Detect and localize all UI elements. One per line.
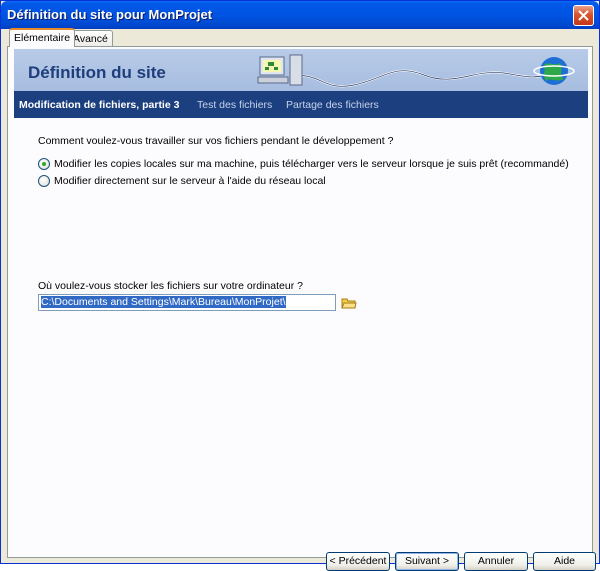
help-button[interactable]: Aide: [533, 552, 596, 571]
radio-edit-on-server[interactable]: [38, 175, 50, 187]
close-icon: [578, 10, 589, 21]
site-definition-dialog: Définition du site pour MonProjet Elémen…: [0, 0, 600, 571]
header-banner: Définition du site: [14, 49, 588, 91]
tab-panel: Définition du site Modification de fichi…: [7, 46, 596, 571]
wizard-step-bar: Modification de fichiers, partie 3 Test …: [14, 91, 588, 118]
browse-folder-button[interactable]: [341, 296, 357, 310]
local-folder-input[interactable]: C:\Documents and Settings\Mark\Bureau\Mo…: [38, 294, 336, 311]
cancel-button[interactable]: Annuler: [464, 552, 528, 571]
local-folder-value: C:\Documents and Settings\Mark\Bureau\Mo…: [41, 296, 286, 308]
tab-elementaire[interactable]: Elémentaire: [9, 28, 76, 47]
radio-edit-local-copies[interactable]: [38, 158, 50, 170]
step-sharing-files: Partage des fichiers: [286, 99, 379, 111]
next-button[interactable]: Suivant >: [395, 552, 459, 571]
previous-button[interactable]: < Précédent: [326, 552, 390, 571]
step-testing-files: Test des fichiers: [197, 99, 273, 111]
title-bar[interactable]: Définition du site pour MonProjet: [1, 1, 599, 29]
work-mode-question: Comment voulez-vous travailler sur vos f…: [38, 135, 394, 147]
dialog-client-area: Elémentaire Avancé Définition du site Mo…: [4, 28, 596, 571]
option-edit-server-label[interactable]: Modifier directement sur le serveur à l'…: [54, 175, 326, 187]
step-file-editing: Modification de fichiers, partie 3: [19, 99, 180, 111]
folder-icon: [341, 298, 357, 309]
close-button[interactable]: [573, 5, 594, 26]
window-title: Définition du site pour MonProjet: [7, 7, 213, 22]
banner-title: Définition du site: [28, 63, 166, 82]
network-illustration-icon: [257, 54, 575, 88]
storage-location-question: Où voulez-vous stocker les fichiers sur …: [38, 280, 303, 292]
option-edit-local-label[interactable]: Modifier les copies locales sur ma machi…: [54, 158, 569, 170]
